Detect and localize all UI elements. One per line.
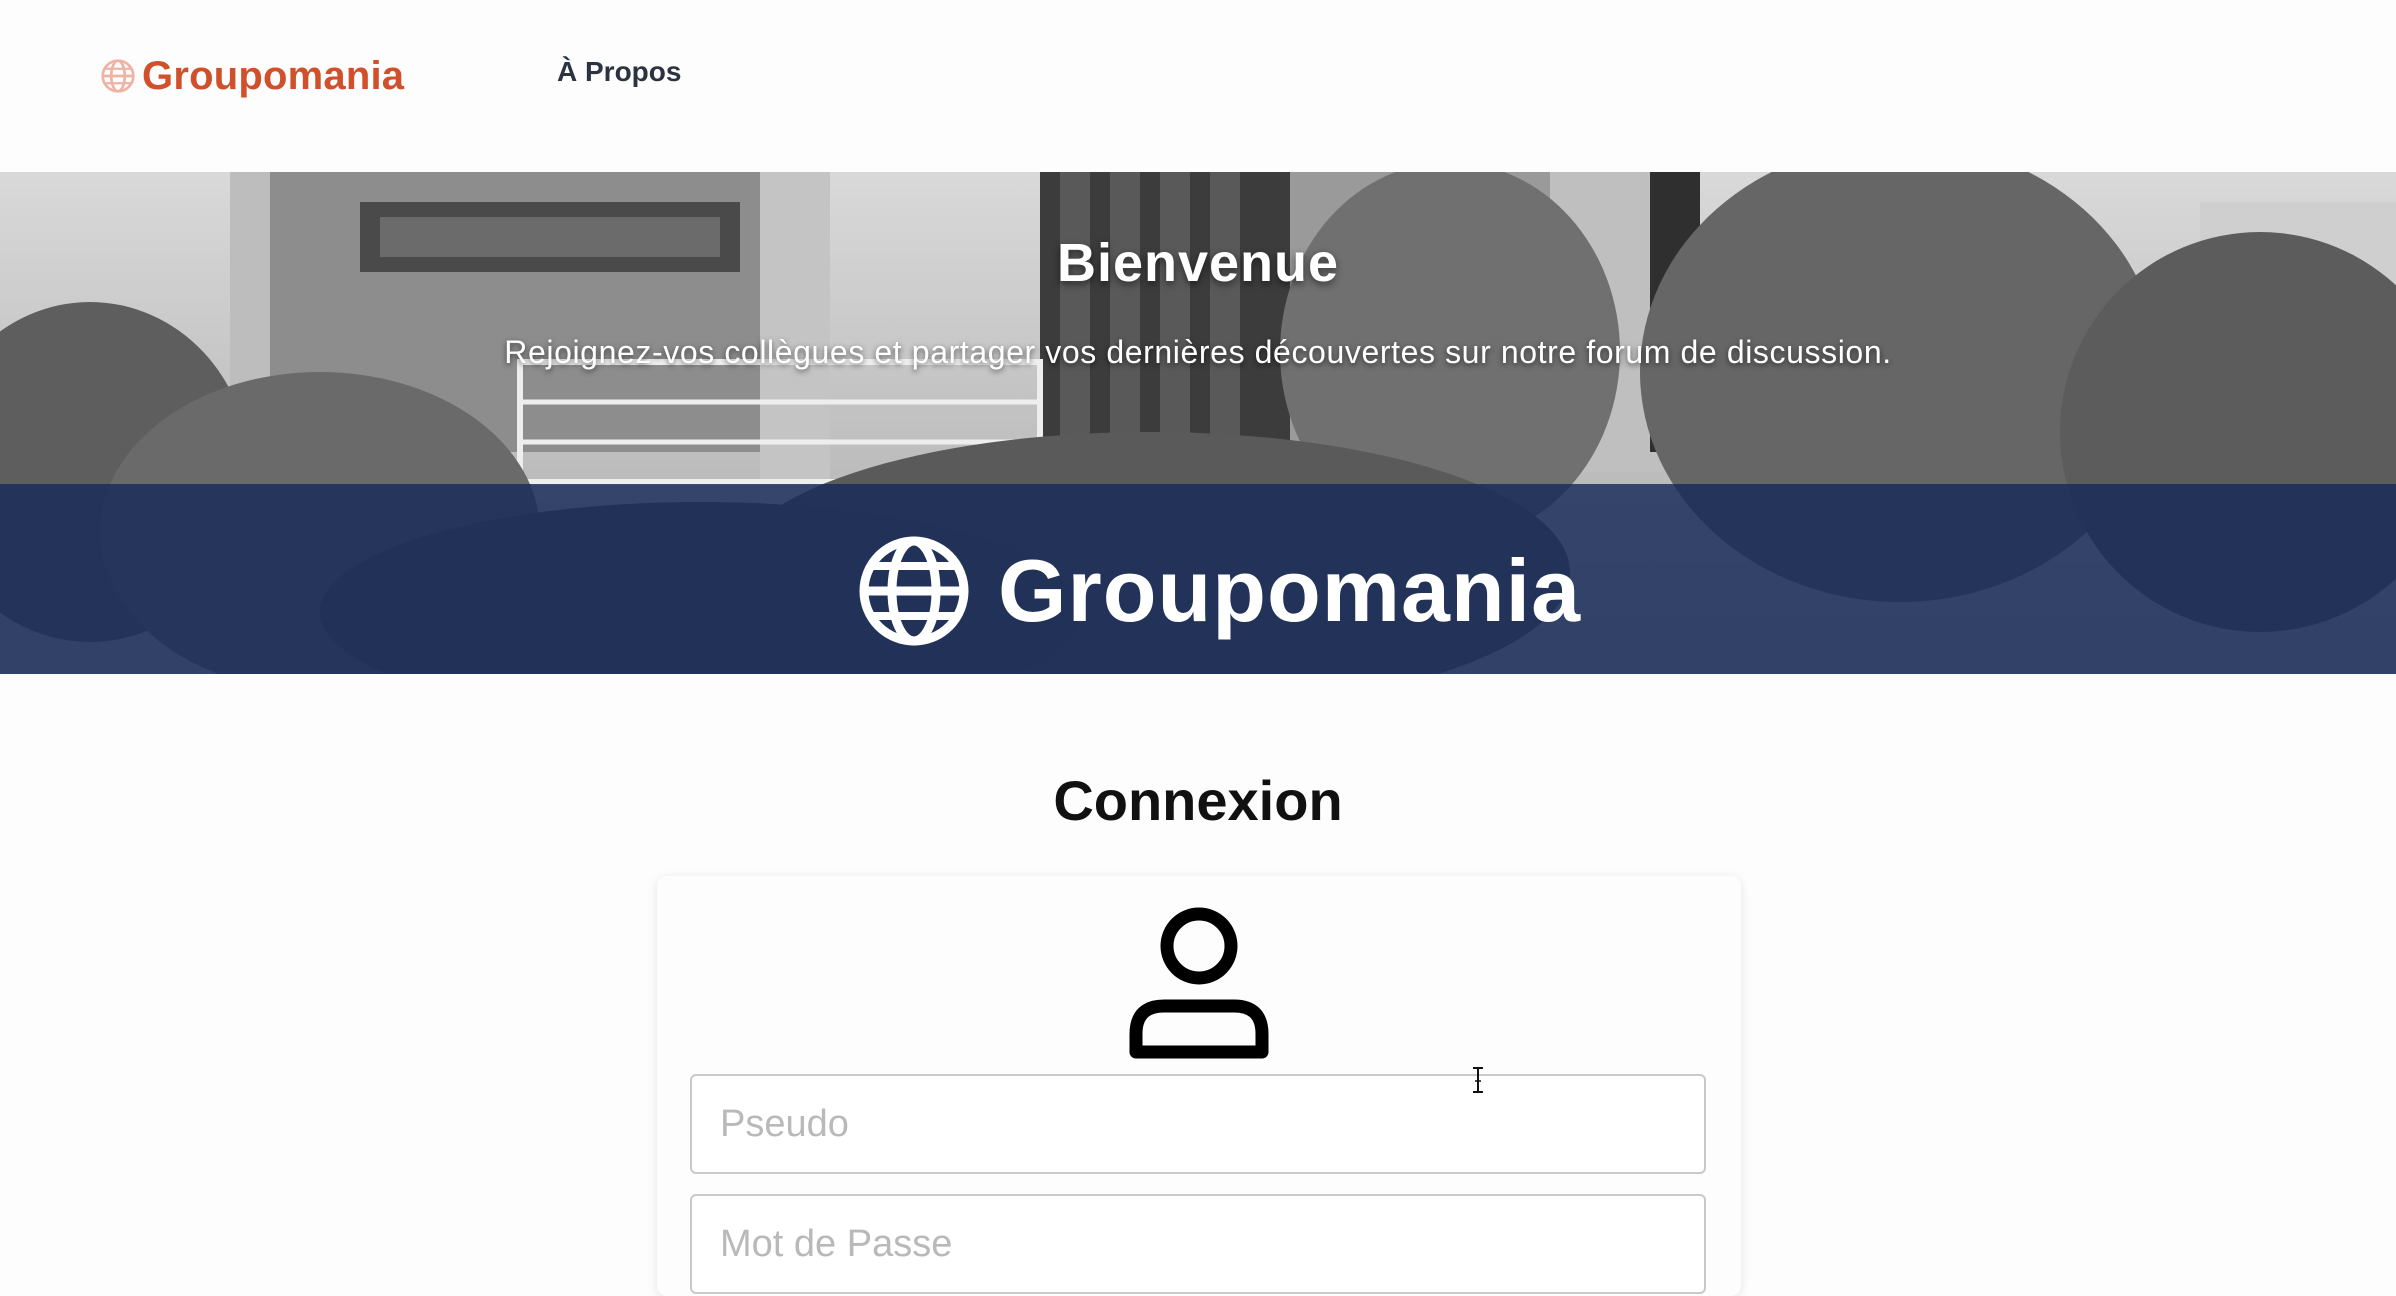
hero-subtitle: Rejoignez-vos collègues et partager vos … [504, 334, 1892, 370]
brand-name: Groupomania [142, 53, 405, 98]
brand-logo-link[interactable]: Groupomania [100, 48, 404, 104]
band-logo: Groupomania [858, 535, 1581, 647]
user-icon [1129, 907, 1269, 1059]
globe-icon [101, 59, 135, 93]
login-title: Connexion [1053, 769, 1343, 832]
pseudo-input[interactable] [690, 1074, 1706, 1174]
nav-link-about[interactable]: À Propos [557, 56, 681, 88]
band-logo-text: Groupomania [998, 541, 1582, 640]
hero-title: Bienvenue [1056, 233, 1340, 293]
hero-banner: Bienvenue Rejoignez-vos collègues et par… [0, 172, 2396, 674]
globe-icon [859, 536, 969, 646]
hero-logo-band: Groupomania [0, 484, 2396, 674]
top-navbar: Groupomania À Propos [0, 0, 2396, 172]
login-card [657, 876, 1741, 1296]
password-input[interactable] [690, 1194, 1706, 1294]
